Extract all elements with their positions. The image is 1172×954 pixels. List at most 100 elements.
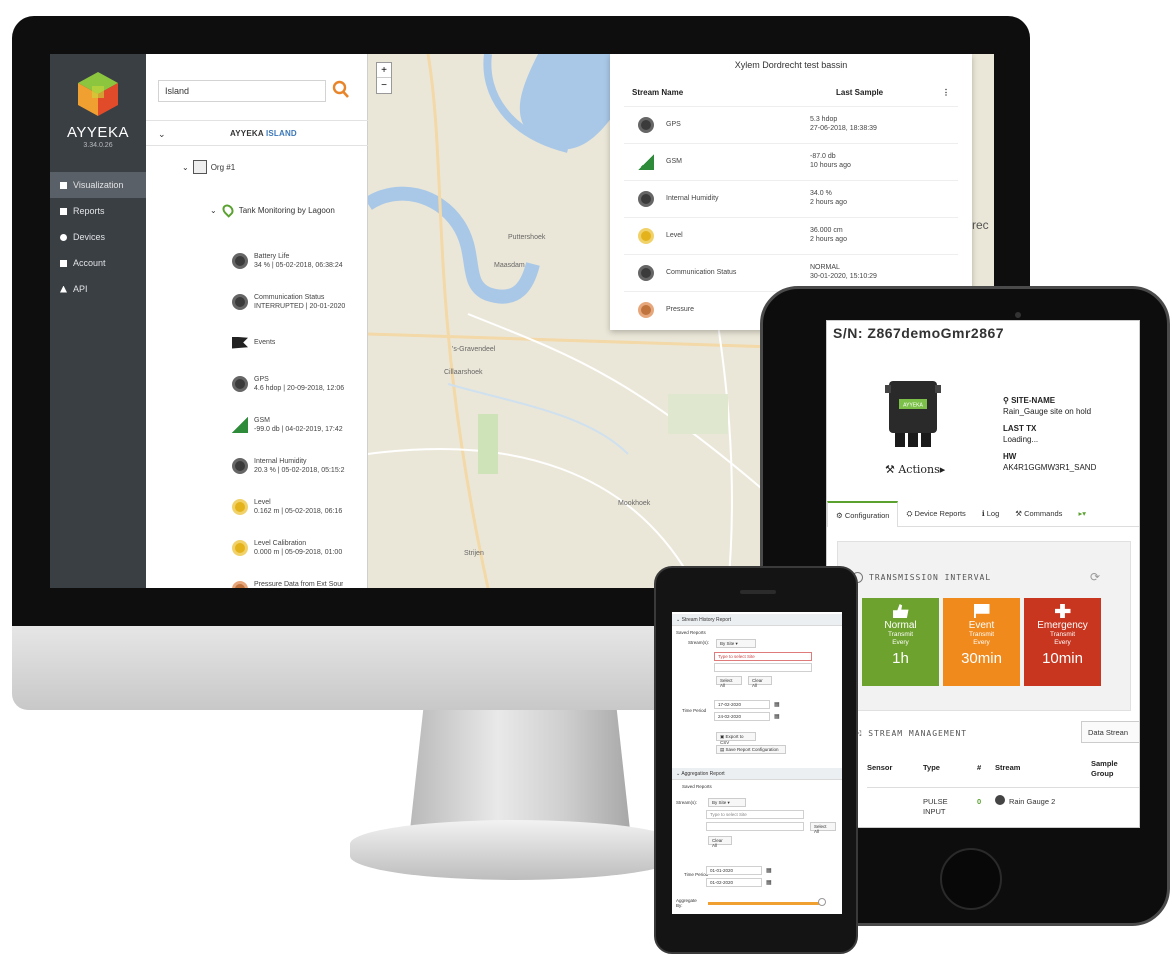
thumbs-up-icon [892, 604, 909, 618]
sensor-icon [232, 375, 248, 392]
report-icon [60, 207, 67, 215]
divider [867, 787, 1139, 788]
tab-commands[interactable]: ⚒ Commands [1007, 501, 1070, 527]
tree-org-node[interactable]: ⌄ Org #1 [182, 160, 235, 174]
aggregate-by-label: Aggregate By: [676, 898, 697, 908]
last-sample-cell: 36.000 cm 2 hours ago [810, 226, 847, 244]
sidebar-item-label: Reports [73, 206, 105, 216]
sidebar-item-devices[interactable]: Devices [50, 224, 146, 250]
stream-name-cell: Internal Humidity [666, 195, 719, 202]
table-row[interactable]: GSM -87.0 db 10 hours ago [624, 143, 958, 180]
select-all-button[interactable]: Select All [716, 676, 742, 688]
data-stream-button[interactable]: Data Strean [1081, 721, 1139, 743]
interval-sub: Every [1054, 639, 1071, 646]
sidebar-item-api[interactable]: API [50, 276, 146, 302]
kebab-menu-icon[interactable]: ⋮ [942, 88, 950, 97]
site-select-input[interactable]: Type to select Site [714, 652, 812, 661]
phone-screen: ⌄ Stream History Report Saved Reports St… [672, 612, 842, 914]
tabs-scroll-arrow-icon[interactable]: ▸▾ [1070, 501, 1094, 527]
slider-handle[interactable] [818, 898, 826, 906]
device-info: ⚲ SITE-NAME Rain_Gauge site on hold LAST… [1003, 389, 1133, 473]
map-place-label: 's-Gravendeel [452, 346, 496, 353]
sensor-value: 0.162 m | 05-02-2018, 06:16 [254, 507, 343, 515]
tree-sensor-item[interactable]: Communication Status INTERRUPTED | 20-01-… [232, 281, 368, 322]
interval-value: 10min [1042, 650, 1083, 667]
calendar-icon[interactable]: ▦ [766, 879, 772, 886]
clear-all-button[interactable]: Clear All [748, 676, 772, 688]
calendar-icon[interactable]: ▦ [774, 701, 780, 708]
stream-history-section[interactable]: ⌄ Stream History Report [672, 614, 842, 626]
tree-sensor-item[interactable]: Level 0.162 m | 05-02-2018, 06:16 [232, 486, 368, 527]
sensor-name: Pressure Data from Ext Sour [254, 580, 344, 588]
aggregate-slider[interactable] [708, 902, 824, 905]
site-search-input[interactable] [158, 80, 326, 102]
interval-value: 1h [892, 650, 909, 667]
tree-sensor-item[interactable]: GPS 4.6 hdop | 20-09-2018, 12:06 [232, 363, 368, 404]
stream-select-input[interactable] [706, 822, 804, 831]
sidebar-item-account[interactable]: Account [50, 250, 146, 276]
map-edge-text: rec [972, 218, 989, 232]
cell-type: PULSE [923, 797, 948, 806]
save-config-button[interactable]: ▤ Save Report Configuration [716, 745, 786, 754]
calendar-icon[interactable]: ▦ [766, 867, 772, 874]
sensor-value: 4.6 hdop | 20-09-2018, 12:06 [254, 384, 345, 392]
tree-sensor-item[interactable]: Pressure Data from Ext Sour4.416 bar | 2… [232, 568, 368, 588]
interval-event-card[interactable]: Event Transmit Every 30min [943, 598, 1020, 686]
table-row[interactable]: GPS 5.3 hdop 27-06-2018, 18:38:39 [624, 106, 958, 143]
calendar-icon[interactable]: ▦ [774, 713, 780, 720]
tab-configuration[interactable]: ⚙ Configuration [827, 501, 899, 527]
sample-time: 30-01-2020, 15:10:29 [810, 273, 877, 280]
sidebar-item-visualization[interactable]: Visualization [50, 172, 146, 198]
col-sensor: Sensor [867, 763, 893, 772]
end-date-input[interactable]: 01-02-2020 [706, 878, 762, 887]
sidebar-item-reports[interactable]: Reports [50, 198, 146, 224]
tab-log[interactable]: ℹ Log [974, 501, 1007, 527]
chevron-down-icon: ⌄ [182, 162, 189, 172]
tree-sensor-item[interactable]: Battery Life 34 % | 05-02-2018, 06:38:24 [232, 240, 368, 281]
cell-number: 0 [977, 797, 982, 806]
search-icon[interactable] [332, 80, 350, 100]
tree-sensor-item[interactable]: GSM -99.0 db | 04-02-2019, 17:42 [232, 404, 368, 445]
tab-device-reports[interactable]: ⛭ Device Reports [898, 501, 973, 527]
aggregation-section[interactable]: ⌄ Aggregation Report [672, 768, 842, 780]
refresh-icon[interactable]: ⟳ [1090, 570, 1100, 584]
tree-sensor-item[interactable]: Events [232, 322, 368, 363]
sensor-name: Level [254, 498, 271, 506]
start-date-input[interactable]: 17-02-2020 [714, 700, 770, 709]
tree-sensor-item[interactable]: Internal Humidity 20.3 % | 05-02-2018, 05… [232, 445, 368, 486]
site-select-input[interactable]: Type to select Site [706, 810, 804, 819]
streams-label: Stream(s): [676, 800, 698, 805]
tree-root-header[interactable]: ⌄ AYYEKA ISLAND [146, 120, 368, 146]
cell-stream: Rain Gauge 2 [1009, 797, 1056, 806]
device-tabs: ⚙ Configuration ⛭ Device Reports ℹ Log ⚒… [827, 501, 1139, 527]
composite-stage: AYYEKA 3.34.0.26 Visualization Reports D… [0, 0, 1172, 954]
actions-menu[interactable]: ⚒ Actions▸ [885, 463, 945, 476]
zoom-out-button[interactable]: − [381, 80, 387, 91]
stream-table-title: Xylem Dordrecht test bassin [734, 60, 848, 70]
table-row[interactable]: Level 36.000 cm 2 hours ago [624, 217, 958, 254]
col-sample-group: Sample [1091, 759, 1118, 768]
col-sample-group: Group [1091, 769, 1114, 778]
stream-icon [995, 795, 1005, 805]
interval-emergency-card[interactable]: Emergency Transmit Every 10min [1024, 598, 1101, 686]
zoom-in-button[interactable]: + [377, 63, 391, 78]
by-site-select[interactable]: By Site ▾ [716, 639, 756, 648]
start-date-input[interactable]: 01-01-2020 [706, 866, 762, 875]
chevron-down-icon[interactable]: ⌄ [158, 129, 166, 140]
sidebar-nav: Visualization Reports Devices Account AP… [50, 172, 146, 302]
interval-normal-card[interactable]: Normal Transmit Every 1h [862, 598, 939, 686]
end-date-input[interactable]: 24-02-2020 [714, 712, 770, 721]
org-label: Org #1 [210, 162, 236, 172]
signal-icon [638, 154, 654, 170]
tree-sensor-item[interactable]: Level Calibration 0.000 m | 05-09-2018, 0… [232, 527, 368, 568]
stream-select-input[interactable] [714, 663, 812, 672]
signal-icon [232, 416, 248, 433]
site-name-value: Rain_Gauge site on hold [1003, 407, 1092, 416]
select-all-button[interactable]: Select All [810, 822, 836, 834]
cell-type: INPUT [923, 807, 946, 816]
tree-site-node[interactable]: ⌄ Tank Monitoring by Lagoon [210, 202, 335, 218]
export-csv-button[interactable]: ▣ Export to CSV [716, 732, 756, 745]
table-row[interactable]: Internal Humidity 34.0 % 2 hours ago [624, 180, 958, 217]
clear-all-button[interactable]: Clear All [708, 836, 732, 848]
by-site-select[interactable]: By Site ▾ [708, 798, 746, 807]
